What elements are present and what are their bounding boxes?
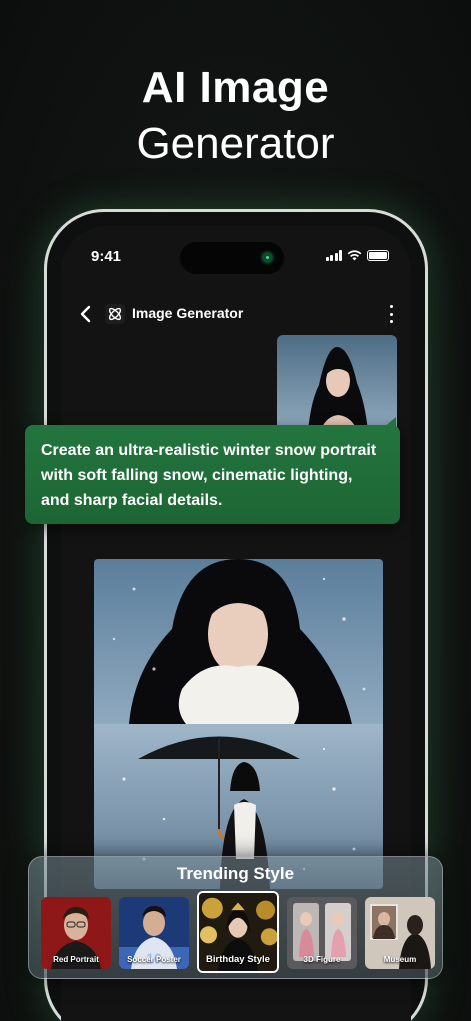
header-title: Image Generator <box>132 305 244 321</box>
trending-title: Trending Style <box>176 864 295 883</box>
camera-indicator-icon <box>263 253 272 262</box>
style-label: Red Portrait <box>53 955 99 964</box>
hero-title-line1: AI Image <box>141 63 330 112</box>
style-label: Soccer Poster <box>127 955 181 964</box>
prompt-message-bubble: Create an ultra-realistic winter snow po… <box>25 417 400 524</box>
style-label: Birthday Style <box>206 954 270 965</box>
back-arrow-icon[interactable] <box>79 304 93 324</box>
style-list: Red Portrait 10 Soccer Poster Birthday S… <box>41 891 435 973</box>
hero-title: AI Image Generator <box>0 60 471 172</box>
status-time: 9:41 <box>91 248 122 265</box>
style-card-red-portrait[interactable]: Red Portrait <box>41 897 111 969</box>
app-header: Image Generator <box>61 302 411 326</box>
cellular-signal-icon <box>325 250 342 261</box>
style-label: Museum <box>383 955 417 964</box>
more-options-icon[interactable] <box>387 305 395 323</box>
bubble-tail <box>384 417 396 427</box>
style-card-soccer-poster[interactable]: 10 Soccer Poster <box>119 897 189 969</box>
style-card-museum[interactable]: Museum <box>365 897 435 969</box>
dynamic-island <box>180 242 284 274</box>
hero-title-line2: Generator <box>136 119 335 168</box>
wifi-icon <box>347 250 362 261</box>
app-logo-icon <box>105 304 125 324</box>
style-card-birthday-style[interactable]: Birthday Style <box>197 891 279 973</box>
status-bar: 9:41 <box>61 242 411 274</box>
status-icons <box>325 250 389 261</box>
trending-style-panel: Trending Style Red Portrait 10 Soccer Po… <box>28 856 443 979</box>
style-label: 3D Figure <box>303 955 341 964</box>
generated-image[interactable] <box>94 559 383 889</box>
battery-icon <box>367 250 389 261</box>
style-card-3d-figure[interactable]: 3D Figure <box>287 897 357 969</box>
prompt-text: Create an ultra-realistic winter snow po… <box>41 442 377 509</box>
